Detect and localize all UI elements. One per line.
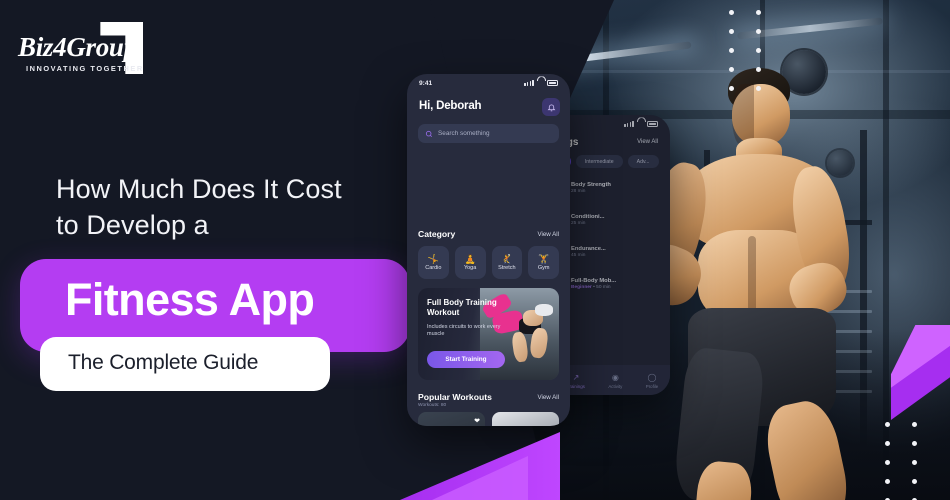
search-input[interactable]: Search something — [418, 124, 559, 143]
popular-view-all[interactable]: View All — [537, 394, 559, 401]
promo-title: Full Body Training Workout — [427, 298, 497, 317]
stretch-icon: 🤾 — [501, 253, 513, 264]
chip-advanced[interactable]: Adv... — [627, 155, 659, 168]
phone-mockup-front: 9:41 Hi, Deborah Search something Catego… — [407, 74, 570, 426]
battery-icon — [647, 121, 658, 127]
workout-card[interactable]: Bodyweight St... Beginner • 25min — [492, 412, 559, 426]
dot-grid-bottom-right — [885, 422, 917, 500]
cardio-icon: 🤸 — [427, 253, 439, 264]
bell-icon — [547, 104, 555, 111]
item-meta: 45 min — [571, 253, 586, 258]
trainings-icon: ↗ — [572, 373, 580, 382]
activity-icon: ◉ — [611, 373, 619, 382]
start-training-button[interactable]: Start Training — [427, 351, 505, 368]
greeting-text: Hi, Deborah — [419, 100, 482, 112]
category-title: Category — [418, 229, 456, 239]
brand-name: Biz4Group — [18, 32, 137, 62]
popular-title: Popular Workouts — [418, 392, 492, 402]
category-stretch[interactable]: 🤾 Stretch — [491, 246, 523, 279]
highlight-text: Fitness App — [65, 274, 315, 325]
signal-icon — [624, 121, 634, 127]
wifi-icon — [637, 121, 644, 126]
category-view-all[interactable]: View All — [537, 231, 559, 238]
category-gym[interactable]: 🏋️ Gym — [528, 246, 559, 279]
nav-profile[interactable]: ◯ Profile — [646, 373, 658, 390]
status-time: 9:41 — [419, 79, 433, 87]
item-name: Full-Body Mob... — [571, 278, 617, 284]
category-cardio[interactable]: 🤸 Cardio — [418, 246, 449, 279]
chip-intermediate[interactable]: Intermediate — [575, 155, 623, 168]
favorite-icon[interactable]: ❤ — [474, 417, 480, 425]
promo-description: Includes circuits to work every muscle — [427, 324, 501, 338]
item-name: Endurance... — [571, 246, 606, 252]
yoga-icon: 🧘 — [464, 253, 476, 264]
brand-tagline: INNOVATING TOGETHER — [26, 64, 144, 73]
item-name: Conditioni... — [571, 214, 605, 220]
notification-button[interactable] — [542, 98, 560, 116]
profile-icon: ◯ — [647, 373, 657, 382]
front-status-bar: 9:41 — [407, 74, 570, 92]
headline-line-2: to Develop a — [56, 209, 209, 240]
wifi-icon — [537, 80, 544, 85]
category-section-header: Category View All — [418, 229, 559, 239]
popular-subtitle: Workouts: 80 — [418, 403, 447, 408]
item-meta: Beginner • 50 min — [571, 285, 611, 290]
brand-logo[interactable]: Biz4Group INNOVATING TOGETHER — [18, 22, 143, 76]
battery-icon — [547, 80, 558, 86]
page-title: How Much Does It Cost to Develop a — [56, 172, 396, 244]
search-placeholder: Search something — [438, 130, 490, 137]
workout-card[interactable]: ❤ Rapid Lower Body Beginner • 42min — [418, 412, 485, 426]
subtitle-text: The Complete Guide — [68, 351, 259, 374]
banner-stage: Biz4Group INNOVATING TOGETHER How Much D… — [0, 0, 950, 500]
subtitle-pill: The Complete Guide — [40, 337, 330, 391]
purple-arrow-right — [878, 325, 950, 420]
promo-card[interactable]: Full Body Training Workout Includes circ… — [418, 288, 559, 380]
popular-section-header: Popular Workouts View All — [418, 392, 559, 402]
category-yoga[interactable]: 🧘 Yoga — [454, 246, 486, 279]
item-meta: 28 min — [571, 189, 586, 194]
gym-icon: 🏋️ — [538, 253, 550, 264]
back-view-all[interactable]: View All — [637, 139, 658, 145]
item-name: Body Strength — [571, 182, 611, 188]
dot-grid-top-right — [729, 10, 761, 91]
workout-card-list: ❤ Rapid Lower Body Beginner • 42min Body… — [418, 412, 559, 426]
search-icon — [425, 130, 432, 137]
item-meta: 25 min — [571, 221, 586, 226]
headline-line-1: How Much Does It Cost — [56, 174, 342, 204]
category-list: 🤸 Cardio 🧘 Yoga 🤾 Stretch 🏋️ Gym — [418, 246, 559, 279]
signal-icon — [524, 80, 534, 86]
nav-activity[interactable]: ◉ Activity — [608, 373, 622, 390]
